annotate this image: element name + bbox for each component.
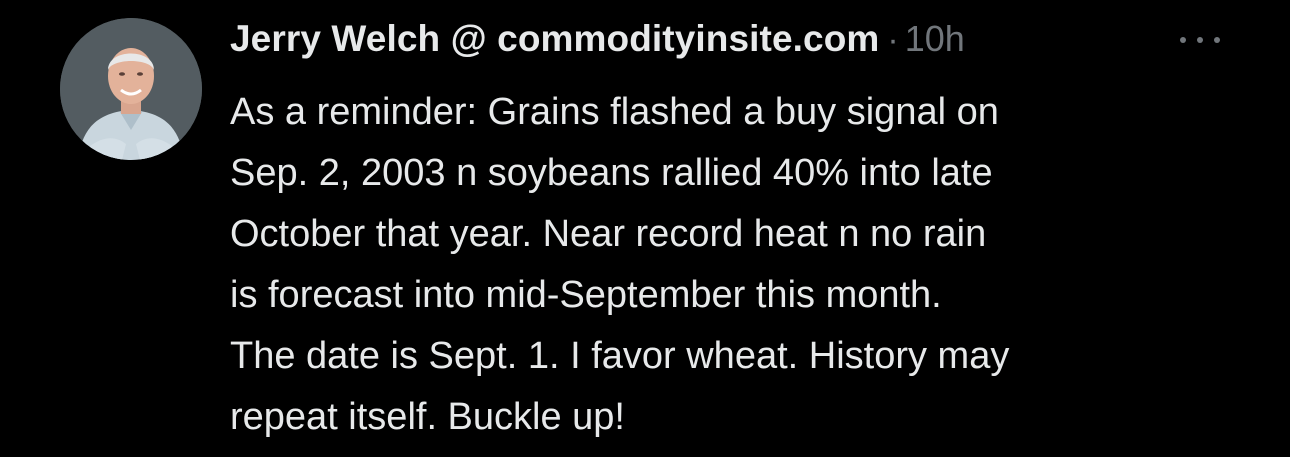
tweet-header: Jerry Welch @ commodityinsite.com · 10h [230,18,965,66]
more-horizontal-icon-dot [1180,37,1186,43]
avatar[interactable] [60,18,202,160]
tweet-text-line: is forecast into mid-September this mont… [230,274,942,316]
author-display-name[interactable]: Jerry Welch @ commodityinsite.com [230,18,879,60]
more-horizontal-icon-dot [1214,37,1220,43]
more-horizontal-icon-dot [1197,37,1203,43]
header-separator: · [887,21,899,59]
tweet-text-line: The date is Sept. 1. I favor wheat. Hist… [230,335,1010,377]
tweet-text-line: October that year. Near record heat n no… [230,213,987,255]
tweet-text-line: As a reminder: Grains flashed a buy sign… [230,91,999,133]
more-options-button[interactable] [1180,28,1220,52]
tweet-text: As a reminder: Grains flashed a buy sign… [230,82,1260,448]
tweet-timestamp[interactable]: 10h [905,18,965,60]
tweet-text-line: Sep. 2, 2003 n soybeans rallied 40% into… [230,152,993,194]
tweet[interactable]: Jerry Welch @ commodityinsite.com · 10h … [0,0,1290,457]
tweet-text-line: repeat itself. Buckle up! [230,396,625,438]
profile-photo-icon [60,18,202,160]
